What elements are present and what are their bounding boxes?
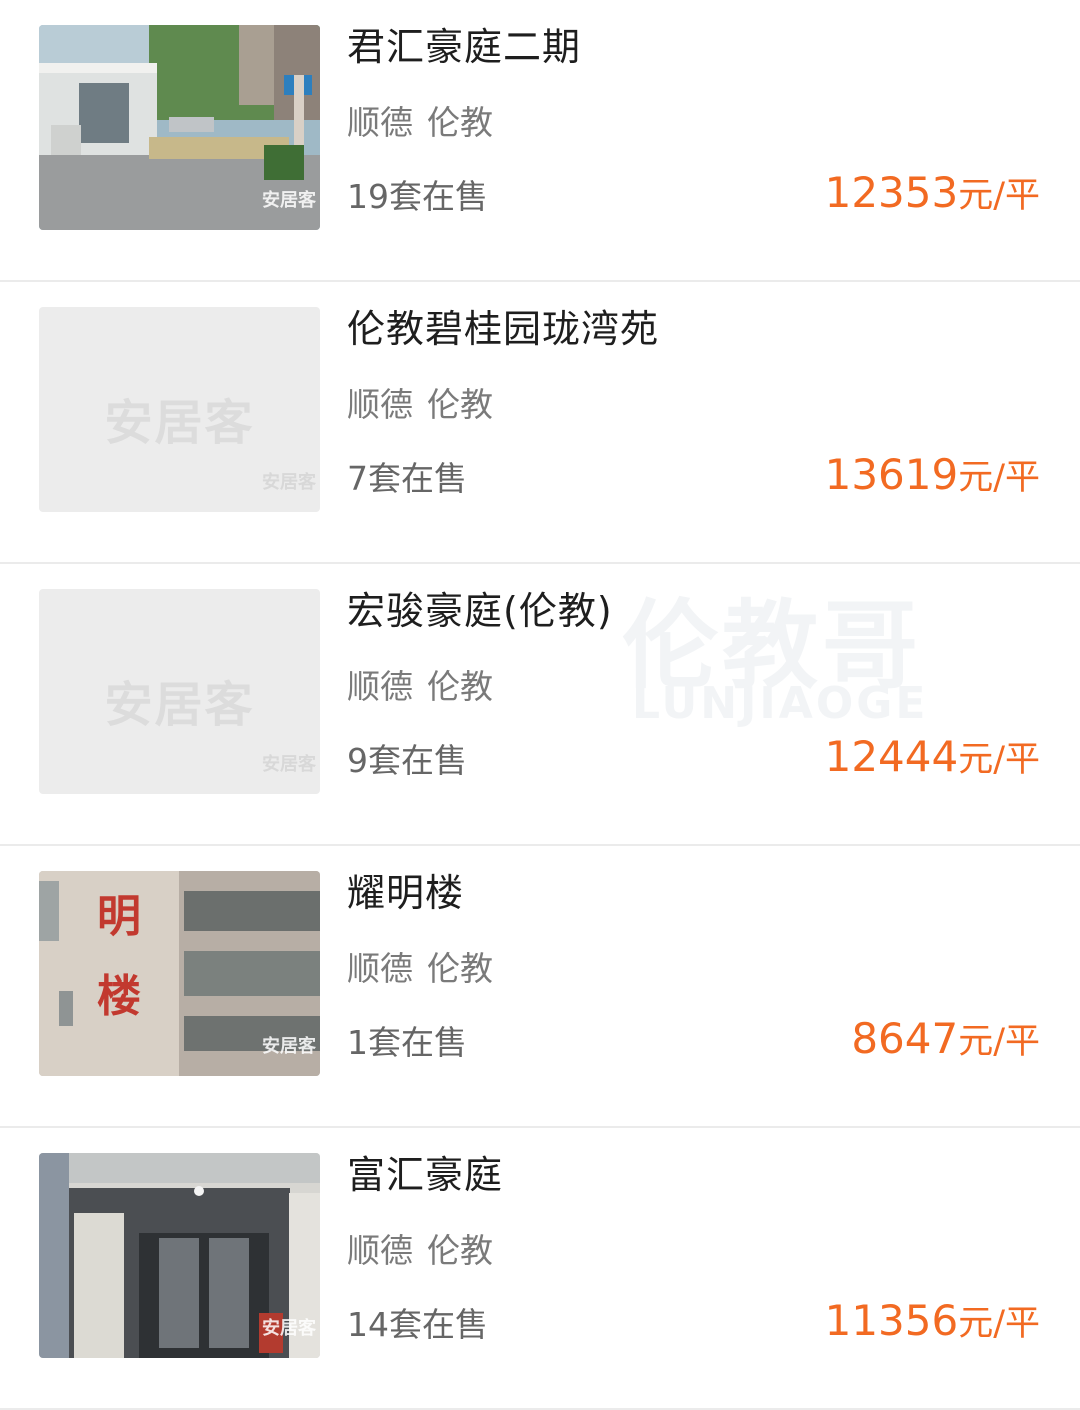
- svg-text:楼: 楼: [97, 971, 141, 1022]
- placeholder-logo: 安居客: [104, 395, 255, 451]
- price: 11356元/平: [825, 1294, 1040, 1351]
- town-label: 伦教: [427, 103, 493, 142]
- price: 12353元/平: [825, 166, 1040, 223]
- property-photo-placeholder[interactable]: 安居客 安居客: [39, 589, 320, 794]
- town-label: 伦教: [427, 667, 493, 706]
- svg-text:明: 明: [97, 891, 141, 942]
- town-label: 伦教: [427, 1231, 493, 1270]
- property-name[interactable]: 宏骏豪庭(伦教): [347, 586, 613, 636]
- property-photo[interactable]: 安居客: [39, 25, 320, 230]
- image-watermark: 安居客: [262, 1036, 316, 1057]
- on-sale-count: 1套在售: [347, 1023, 467, 1062]
- image-watermark: 安居客: [262, 472, 316, 493]
- property-area: 顺德 伦教: [347, 946, 507, 992]
- price-value: 11356: [824, 1296, 959, 1345]
- list-item[interactable]: 安居客 安居客 伦教碧桂园珑湾苑 顺德 伦教 7套在售 13619元/平: [0, 282, 1080, 564]
- property-area: 顺德 伦教: [347, 1228, 507, 1274]
- image-watermark: 安居客: [262, 1318, 316, 1339]
- property-name[interactable]: 君汇豪庭二期: [347, 22, 581, 72]
- price-value: 13619: [824, 450, 959, 499]
- property-name[interactable]: 伦教碧桂园珑湾苑: [347, 304, 659, 354]
- list-item[interactable]: 安居客 安居客 宏骏豪庭(伦教) 顺德 伦教 9套在售 12444元/平: [0, 564, 1080, 846]
- town-label: 伦教: [427, 385, 493, 424]
- list-item[interactable]: 安居客 富汇豪庭 顺德 伦教 14套在售 11356元/平: [0, 1128, 1080, 1410]
- price: 12444元/平: [825, 730, 1040, 787]
- price: 8647元/平: [851, 1012, 1040, 1069]
- on-sale-count: 7套在售: [347, 459, 467, 498]
- property-photo[interactable]: 安居客: [39, 1153, 320, 1358]
- price-unit: 元/平: [958, 176, 1040, 216]
- price-value: 8647: [851, 1014, 959, 1063]
- price-unit: 元/平: [958, 458, 1040, 498]
- property-photo[interactable]: 明 楼 安居客: [39, 871, 320, 1076]
- listing-list: 安居客 君汇豪庭二期 顺德 伦教 19套在售 12353元/平 安居客 安居客 伦…: [0, 0, 1080, 1410]
- on-sale-count: 19套在售: [347, 177, 488, 216]
- price-unit: 元/平: [958, 1304, 1040, 1344]
- property-area: 顺德 伦教: [347, 382, 507, 428]
- price-value: 12353: [824, 168, 959, 217]
- price-unit: 元/平: [958, 1022, 1040, 1062]
- on-sale-count: 9套在售: [347, 741, 467, 780]
- price: 13619元/平: [825, 448, 1040, 505]
- property-name[interactable]: 富汇豪庭: [347, 1150, 503, 1200]
- district-label: 顺德: [347, 1231, 413, 1270]
- list-item[interactable]: 安居客 君汇豪庭二期 顺德 伦教 19套在售 12353元/平: [0, 0, 1080, 282]
- image-watermark: 安居客: [262, 190, 316, 211]
- price-unit: 元/平: [958, 740, 1040, 780]
- district-label: 顺德: [347, 103, 413, 142]
- district-label: 顺德: [347, 667, 413, 706]
- town-label: 伦教: [427, 949, 493, 988]
- list-item[interactable]: 明 楼 安居客 耀明楼 顺德 伦教 1套在售 8647元/平: [0, 846, 1080, 1128]
- district-label: 顺德: [347, 949, 413, 988]
- property-area: 顺德 伦教: [347, 100, 507, 146]
- property-photo-placeholder[interactable]: 安居客 安居客: [39, 307, 320, 512]
- placeholder-logo: 安居客: [104, 677, 255, 733]
- on-sale-count: 14套在售: [347, 1305, 488, 1344]
- property-area: 顺德 伦教: [347, 664, 507, 710]
- district-label: 顺德: [347, 385, 413, 424]
- image-watermark: 安居客: [262, 754, 316, 775]
- price-value: 12444: [824, 732, 959, 781]
- property-name[interactable]: 耀明楼: [347, 868, 464, 918]
